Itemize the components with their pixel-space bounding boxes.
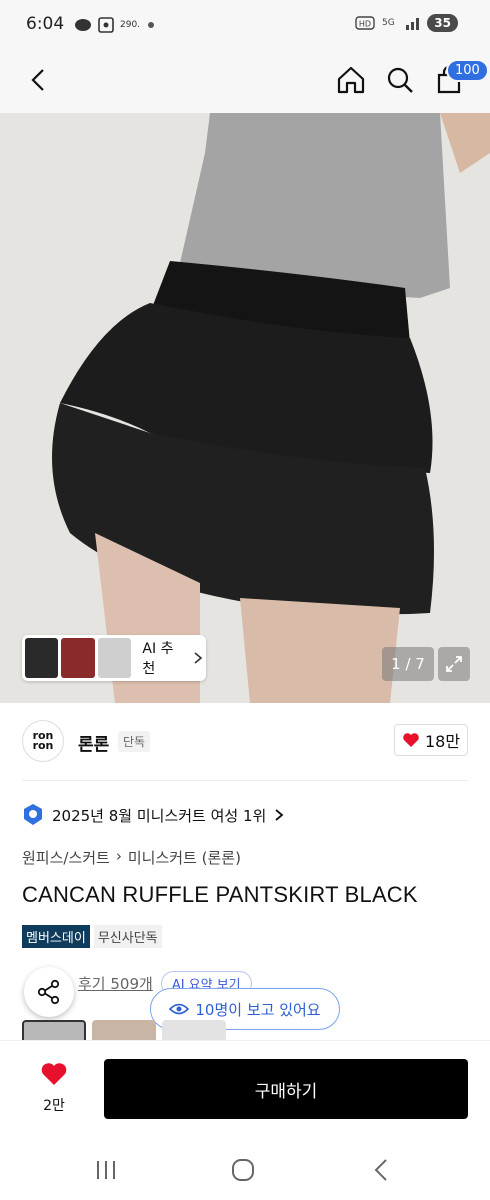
screenshot-icon <box>98 17 114 33</box>
system-back-button[interactable] <box>366 1155 396 1185</box>
recommend-thumb[interactable] <box>25 638 59 678</box>
breadcrumb-separator-icon: › <box>115 847 122 865</box>
svg-text:5G: 5G <box>382 18 395 28</box>
chevron-left-icon <box>31 69 44 91</box>
5g-icon: 5G <box>382 18 395 28</box>
breadcrumb: 원피스/스커트 › 미니스커트 (론론) <box>22 847 241 868</box>
system-home-button[interactable] <box>228 1155 258 1185</box>
heart-icon <box>41 1063 67 1085</box>
back-chevron-icon <box>374 1159 387 1181</box>
share-icon <box>37 979 60 1005</box>
talk-icon <box>75 19 91 31</box>
status-notification-icons: 290. <box>74 17 156 33</box>
bottom-action-bar: 2만 구매하기 <box>0 1040 490 1135</box>
brand-name[interactable]: 론론 <box>78 730 109 755</box>
divider <box>22 780 468 781</box>
ai-recommend-strip[interactable]: AI 추천 <box>22 635 206 681</box>
chevron-right-icon <box>194 652 203 664</box>
status-small-text: 290. <box>120 20 141 30</box>
eye-icon <box>169 1003 190 1015</box>
breadcrumb-category[interactable]: 원피스/스커트 <box>22 847 110 868</box>
cart-count-badge: 100 <box>446 59 489 82</box>
viewers-count-text: 10명이 보고 있어요 <box>195 1000 321 1019</box>
battery-indicator: 35 <box>427 14 458 32</box>
status-right-icons: HD 5G 35 <box>355 14 458 32</box>
recommend-thumb[interactable] <box>61 638 95 678</box>
ranking-text: 2025년 8월 미니스커트 여성 1위 <box>52 806 267 825</box>
brand-row: ron ron 론론 단독 18만 <box>22 718 468 764</box>
signal-icon <box>406 18 420 30</box>
share-button[interactable] <box>24 967 74 1017</box>
home-circle-icon <box>232 1159 254 1181</box>
brand-exclusive-tag: 단독 <box>118 731 151 752</box>
chevron-right-icon <box>275 809 284 821</box>
product-hero-image[interactable] <box>0 113 490 703</box>
review-count-link[interactable]: 후기 509개 <box>78 973 153 994</box>
svg-text:HD: HD <box>359 20 371 29</box>
system-nav-bar <box>0 1135 490 1200</box>
dots-icon <box>148 22 155 28</box>
heart-icon <box>403 733 419 747</box>
brand-logo[interactable]: ron ron <box>22 720 64 762</box>
back-button[interactable] <box>18 60 58 100</box>
search-button[interactable] <box>380 60 420 100</box>
brand-like-button[interactable]: 18만 <box>394 724 468 756</box>
product-photo <box>0 113 490 703</box>
rank-medal-icon <box>24 804 42 825</box>
top-nav <box>0 50 490 113</box>
product-badges: 멤버스데이 무신사단독 <box>22 925 162 948</box>
recommend-thumb[interactable] <box>97 638 132 678</box>
search-icon <box>387 67 413 93</box>
product-title: CANCAN RUFFLE PANTSKIRT BLACK <box>22 882 418 907</box>
home-button[interactable] <box>331 60 371 100</box>
hd-icon: HD <box>355 16 375 30</box>
ranking-row[interactable]: 2025년 8월 미니스커트 여성 1위 <box>22 802 284 828</box>
members-day-badge: 멤버스데이 <box>22 925 90 948</box>
buy-button[interactable]: 구매하기 <box>104 1059 468 1119</box>
expand-image-button[interactable] <box>438 647 470 681</box>
status-time: 6:04 <box>26 14 65 34</box>
ai-recommend-label: AI 추천 <box>142 641 174 677</box>
musinsa-exclusive-badge: 무신사단독 <box>93 925 162 948</box>
image-counter: 1 / 7 <box>382 647 434 681</box>
expand-icon <box>446 656 462 672</box>
recent-apps-icon <box>97 1161 115 1179</box>
status-bar: 6:04 290. HD 5G 35 <box>0 0 490 50</box>
recent-apps-button[interactable] <box>91 1155 121 1185</box>
breadcrumb-subcategory[interactable]: 미니스커트 (론론) <box>128 847 241 868</box>
brand-like-count: 18만 <box>424 732 461 751</box>
product-like-button[interactable]: 2만 <box>30 1061 78 1115</box>
product-like-count: 2만 <box>43 1098 65 1114</box>
home-icon <box>337 66 365 94</box>
